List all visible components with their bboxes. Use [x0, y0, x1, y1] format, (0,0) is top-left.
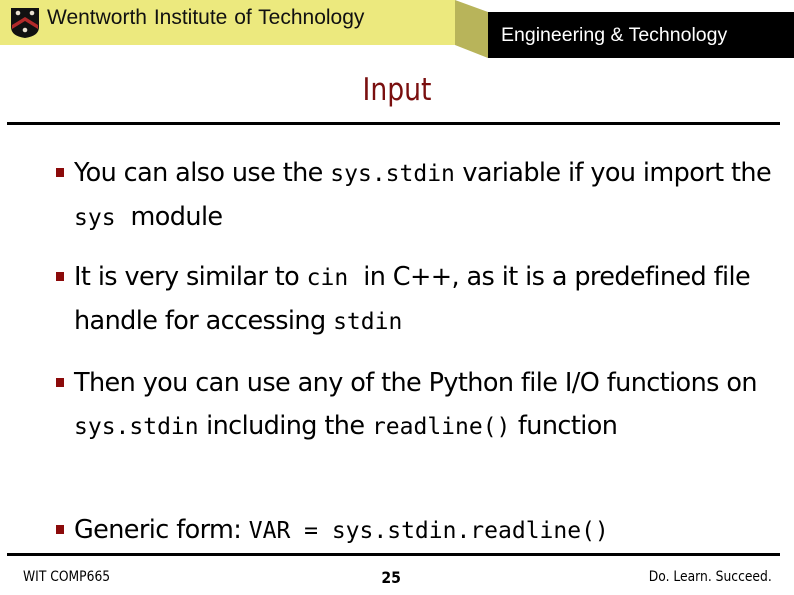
bullet-item: Generic form: VAR = sys.stdin.readline()	[52, 509, 609, 553]
footer-course: WIT COMP665	[23, 569, 111, 585]
bullet-marker-icon	[56, 378, 64, 387]
bullet-text: including the	[198, 411, 372, 441]
page-number: 25	[381, 568, 401, 587]
bullet-text: Then you can use any of the Python file …	[74, 368, 765, 398]
inline-code: VAR = sys.stdin.readline()	[248, 518, 609, 544]
header-fold-decoration	[455, 0, 488, 58]
inline-code: stdin	[333, 309, 403, 335]
inline-code: sys.stdin	[330, 161, 455, 187]
bullet-text: variable if you import the	[454, 158, 779, 188]
bullet-text: Generic form:	[74, 515, 249, 545]
bullet-text: function	[510, 411, 618, 441]
inline-code: cin	[306, 265, 349, 291]
inline-code: sys	[74, 205, 116, 231]
title-divider	[7, 122, 780, 125]
bullet-marker-icon	[56, 525, 64, 534]
bullet-marker-icon	[56, 168, 64, 177]
bullet-text: It is very similar to	[74, 262, 307, 292]
institution-name: Wentworth Institute of Technology	[47, 6, 365, 29]
footer-divider	[7, 553, 780, 556]
bullet-item: Then you can use any of the Python file …	[52, 362, 782, 449]
slide-title: Input	[362, 72, 432, 108]
shield-crest-icon	[11, 8, 39, 38]
footer-motto: Do. Learn. Succeed.	[649, 569, 772, 585]
bullet-item: It is very similar to cin in C++, as it …	[52, 256, 782, 344]
bullet-text: module	[115, 202, 224, 232]
bullet-marker-icon	[56, 272, 64, 281]
inline-code: readline()	[371, 414, 511, 440]
inline-code: sys.stdin	[74, 414, 199, 440]
department-name: Engineering & Technology	[501, 24, 728, 46]
bullet-text: You can also use the	[74, 158, 331, 188]
bullet-item: You can also use the sys.stdin variable …	[52, 152, 782, 240]
